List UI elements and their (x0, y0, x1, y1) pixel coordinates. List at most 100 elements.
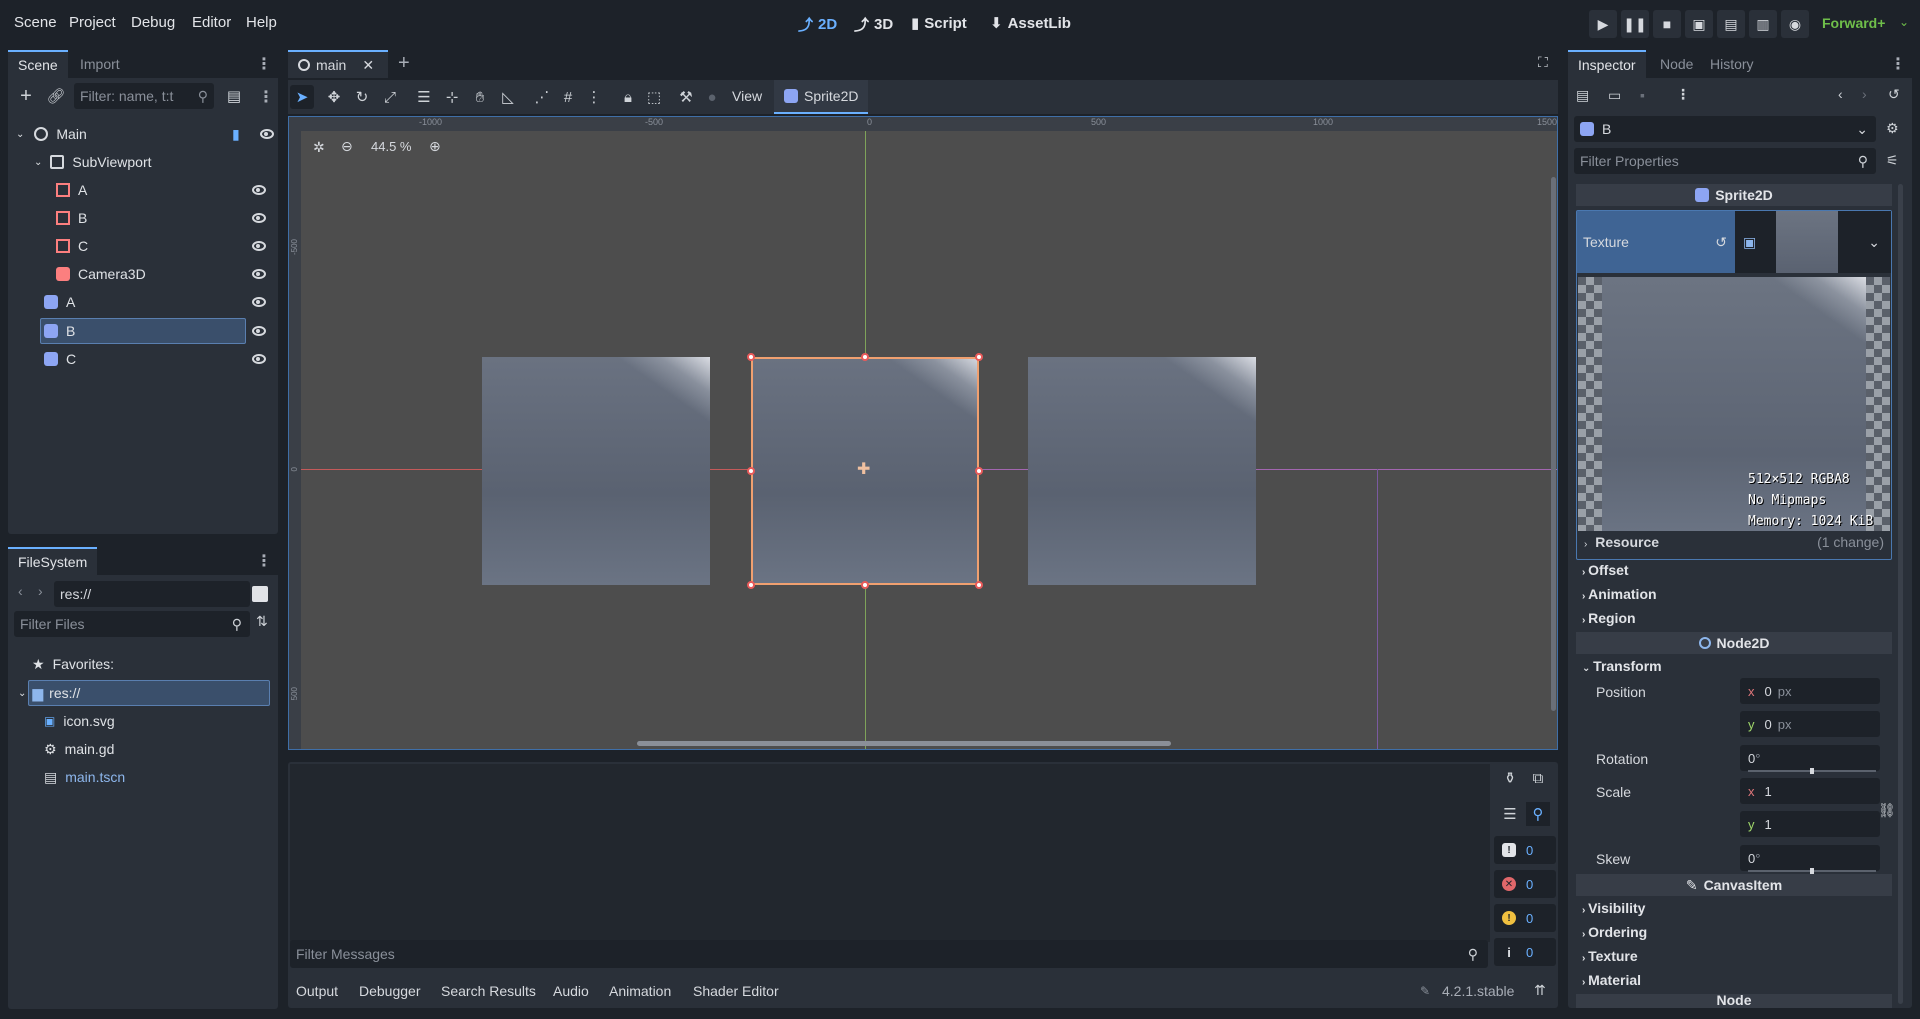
play-button[interactable]: ▶ (1589, 10, 1617, 38)
play-scene-button[interactable]: ▤ (1717, 10, 1745, 38)
tab-debugger[interactable]: Debugger (359, 983, 421, 999)
skew-slider[interactable] (1748, 868, 1876, 874)
scene-filter-input[interactable]: Filter: name, t:t ⚲ (74, 83, 214, 109)
file-row-icon-svg[interactable]: ▣ icon.svg (44, 709, 115, 733)
tree-row-a-sprite[interactable]: A (44, 290, 274, 314)
tree-row-main[interactable]: ⌄ Main ▮ (16, 122, 274, 146)
collapse-button[interactable]: ☰ (1498, 802, 1522, 826)
kebab-menu-icon[interactable]: ⋮ (1676, 86, 1690, 103)
resize-handle[interactable] (861, 581, 869, 589)
history-icon[interactable]: ↺ (1888, 86, 1900, 103)
region-group[interactable]: › Region (1582, 610, 1636, 626)
new-tab-plus-icon[interactable]: + (398, 52, 410, 75)
renderer-selector[interactable]: Forward+ (1822, 15, 1885, 31)
instance-scene-button[interactable]: 🔗︎ (44, 84, 68, 108)
kebab-menu-icon[interactable]: ⋮ (1890, 54, 1906, 74)
vertical-scrollbar[interactable] (1551, 177, 1556, 711)
tree-row-c-mesh[interactable]: C (56, 234, 274, 258)
texture-property-label[interactable]: Texture ↺ (1577, 211, 1735, 273)
distraction-free-icon[interactable]: ⛶ (1538, 54, 1548, 71)
center-view-icon[interactable]: ✲ (313, 139, 325, 156)
eye-icon[interactable] (252, 241, 266, 251)
resize-handle[interactable] (747, 581, 755, 589)
sprite2d-menu[interactable]: Sprite2D (774, 80, 869, 114)
resize-handle[interactable] (975, 353, 983, 361)
menu-debug[interactable]: Debug (131, 14, 175, 31)
transform-group[interactable]: ⌄ Transform (1582, 658, 1662, 674)
output-log[interactable] (290, 764, 1490, 942)
tab-shader-editor[interactable]: Shader Editor (693, 983, 779, 999)
eye-icon[interactable] (260, 129, 274, 139)
file-row-main-tscn[interactable]: ▤ main.tscn (44, 765, 125, 789)
tab-animation[interactable]: Animation (609, 983, 671, 999)
resource-row[interactable]: › Resource (1 change) (1584, 534, 1884, 550)
snap-options-button[interactable]: ⋮ (582, 85, 606, 109)
path-input[interactable]: res:// (54, 581, 250, 607)
script-icon[interactable]: ▮ (232, 126, 240, 143)
group-button[interactable]: ⬚ (642, 85, 666, 109)
offset-group[interactable]: › Offset (1582, 562, 1629, 578)
visibility-group[interactable]: › Visibility (1582, 900, 1645, 916)
tab-audio[interactable]: Audio (553, 983, 589, 999)
tree-row-a-mesh[interactable]: A (56, 178, 274, 202)
object-tools-icon[interactable]: ⚙ (1886, 120, 1899, 137)
search-toggle-button[interactable]: ⚲ (1526, 802, 1550, 826)
tab-output[interactable]: Output (296, 983, 338, 999)
tab-inspector[interactable]: Inspector (1568, 50, 1646, 78)
link-icon[interactable]: ⛓ (1878, 802, 1896, 819)
error-count[interactable]: ✕ 0 (1494, 870, 1556, 898)
res-folder-row[interactable]: ⌄ ▆ res:// (18, 681, 80, 705)
tab-node[interactable]: Node (1650, 50, 1703, 78)
open-folder-icon[interactable]: ▭ (1608, 87, 1621, 104)
menu-help[interactable]: Help (246, 14, 277, 31)
forward-arrow-icon[interactable]: › (38, 583, 43, 599)
tree-row-camera3d[interactable]: Camera3D (56, 262, 274, 286)
back-arrow-icon[interactable]: ‹ (18, 583, 23, 599)
attach-script-button[interactable]: ▤ (222, 84, 246, 108)
save-icon[interactable]: ▪ (1640, 87, 1645, 103)
zoom-level[interactable]: 44.5 % (371, 139, 411, 154)
chevron-down-icon[interactable]: ⌄ (1868, 234, 1880, 251)
view-menu[interactable]: View (732, 88, 762, 104)
texture-group[interactable]: › Texture (1582, 948, 1638, 964)
resize-handle[interactable] (975, 467, 983, 475)
inspector-scrollbar[interactable] (1898, 184, 1903, 1004)
sprite-a[interactable] (482, 357, 710, 585)
split-view-icon[interactable] (252, 586, 268, 602)
grid-snap-button[interactable]: # (556, 85, 580, 109)
tree-row-c-sprite[interactable]: C (44, 347, 274, 371)
tree-row-subviewport[interactable]: ⌄ SubViewport (34, 150, 274, 174)
object-selector[interactable]: B ⌄ (1574, 116, 1876, 142)
kebab-menu-icon[interactable]: ⋮ (256, 54, 272, 74)
eye-icon[interactable] (252, 185, 266, 195)
canvas-viewport[interactable]: -1000 -500 0 500 1000 1500 -500 0 500 ✲ … (288, 116, 1558, 750)
scale-y-field[interactable]: y1 (1740, 811, 1880, 837)
kebab-menu-icon[interactable]: ⋮ (256, 551, 272, 571)
move-mode-button[interactable]: ✥ (322, 85, 346, 109)
ordering-group[interactable]: › Ordering (1582, 924, 1647, 940)
tab-history[interactable]: History (1700, 50, 1764, 78)
position-y-field[interactable]: y 0 px (1740, 711, 1880, 737)
zoom-out-icon[interactable]: ⊖ (341, 138, 353, 155)
resize-handle[interactable] (861, 353, 869, 361)
eye-icon[interactable] (252, 326, 266, 336)
pivot-cross-icon[interactable]: ✚ (857, 459, 870, 479)
revert-icon[interactable]: ↺ (1715, 234, 1727, 251)
resize-handle[interactable] (747, 353, 755, 361)
tab-filesystem[interactable]: FileSystem (8, 547, 98, 575)
horizontal-scrollbar[interactable] (637, 741, 1171, 746)
resize-handle[interactable] (747, 467, 755, 475)
eye-icon[interactable] (252, 269, 266, 279)
chevron-down-icon[interactable]: ⌄ (1899, 15, 1909, 29)
movie-maker-button[interactable]: ◉ (1781, 10, 1809, 38)
add-node-button[interactable]: + (14, 84, 38, 108)
close-icon[interactable]: ✕ (362, 57, 374, 74)
new-resource-icon[interactable]: ▤ (1576, 87, 1589, 104)
tab-scene[interactable]: Scene (8, 50, 68, 78)
clear-output-button[interactable]: ⚱ (1498, 766, 1522, 790)
remote-debug-button[interactable]: ▣ (1685, 10, 1713, 38)
tab-main[interactable]: main ✕ (288, 50, 388, 78)
zoom-in-icon[interactable]: ⊕ (429, 138, 441, 155)
tab-search-results[interactable]: Search Results (441, 983, 536, 999)
file-row-main-gd[interactable]: ⚙ main.gd (44, 737, 114, 761)
